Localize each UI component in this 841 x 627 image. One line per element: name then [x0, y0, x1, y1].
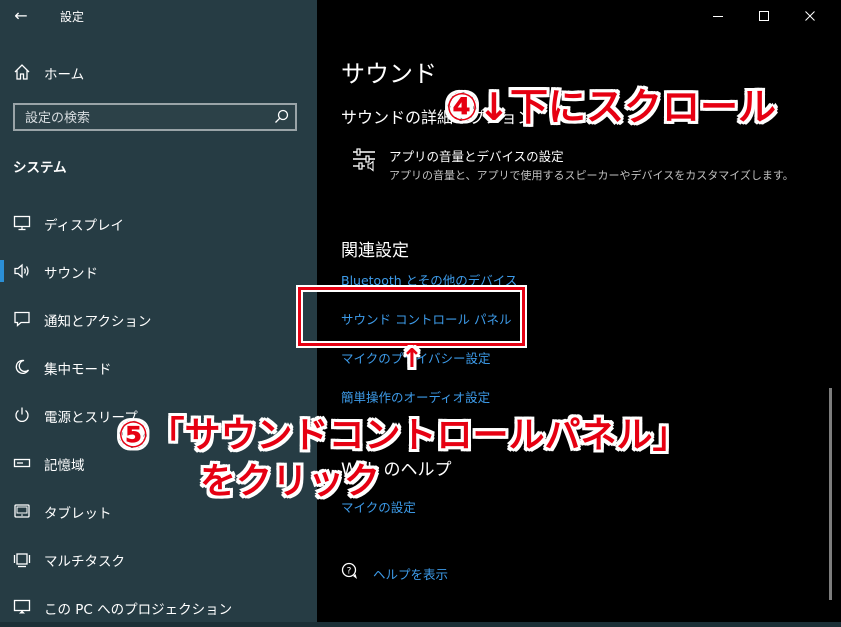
sidebar-item-projection[interactable]: この PC へのプロジェクション — [0, 590, 317, 624]
sidebar-item-label: 通知とアクション — [44, 314, 152, 330]
app-title: 設定 — [60, 10, 85, 24]
svg-text:?: ? — [347, 567, 352, 577]
search-icon[interactable] — [273, 108, 291, 126]
annotation-click-instruction: ⑤「サウンドコントロールパネル」 — [118, 415, 689, 456]
window-bottom-edge — [0, 622, 841, 627]
sidebar-item-focus[interactable]: 集中モード — [0, 350, 317, 384]
annotation-click-instruction-2: をクリック — [200, 461, 381, 502]
show-help-link[interactable]: ヘルプを表示 — [373, 564, 448, 583]
page-title: サウンド — [341, 60, 437, 88]
speaker-icon — [12, 261, 32, 281]
mixer-sliders-icon — [351, 146, 379, 174]
projection-icon — [12, 597, 32, 617]
sidebar-item-label: サウンド — [44, 266, 98, 282]
power-icon — [12, 405, 32, 425]
sidebar-item-multitask[interactable]: マルチタスク — [0, 542, 317, 576]
search-input[interactable] — [23, 108, 277, 128]
maximize-button[interactable] — [741, 0, 787, 32]
minimize-icon — [713, 16, 723, 17]
sidebar-item-sound[interactable]: サウンド — [0, 254, 317, 288]
sidebar: ← 設定 ホーム システム ディスプレイ サウンド 通知とアクション — [0, 0, 317, 627]
sidebar-item-label: 記憶域 — [44, 458, 85, 474]
close-button[interactable] — [787, 0, 833, 32]
minimize-button[interactable] — [695, 0, 741, 32]
app-volume-description: アプリの音量と、アプリで使用するスピーカーやデバイスをカスタマイズします。 — [389, 169, 794, 182]
sidebar-item-label: ディスプレイ — [44, 218, 125, 234]
annotation-up-arrow: ↑ — [401, 344, 423, 374]
section-title-system: システム — [13, 160, 67, 176]
storage-icon — [12, 453, 32, 473]
notification-icon — [12, 309, 32, 329]
display-icon — [12, 213, 32, 233]
search-box[interactable] — [13, 103, 297, 131]
sidebar-item-label: この PC へのプロジェクション — [44, 602, 233, 618]
multitask-icon — [12, 549, 32, 569]
scrollbar-thumb[interactable] — [829, 388, 832, 600]
home-icon — [12, 62, 32, 82]
help-chat-icon: ? — [341, 562, 361, 582]
back-arrow-icon: ← — [14, 6, 28, 25]
sidebar-item-label: タブレット — [44, 506, 112, 522]
moon-icon — [12, 357, 32, 377]
sidebar-item-label: 集中モード — [44, 362, 112, 378]
ease-of-access-audio-link[interactable]: 簡単操作のオーディオ設定 — [341, 387, 490, 406]
annotation-scroll-down: ④↓下にスクロール — [446, 85, 777, 129]
titlebar: ← 設定 — [0, 0, 317, 32]
maximize-icon — [759, 11, 769, 21]
app-volume-title: アプリの音量とデバイスの設定 — [389, 149, 564, 164]
sidebar-item-notifications[interactable]: 通知とアクション — [0, 302, 317, 336]
annotation-highlight-box — [298, 287, 525, 346]
related-settings-title: 関連設定 — [341, 241, 409, 261]
tablet-icon — [12, 501, 32, 521]
nav-home-label: ホーム — [44, 67, 85, 83]
nav-home[interactable]: ホーム — [0, 56, 317, 88]
back-button[interactable]: ← — [8, 3, 34, 29]
sidebar-item-label: マルチタスク — [44, 554, 125, 570]
close-icon — [805, 11, 815, 21]
sidebar-item-display[interactable]: ディスプレイ — [0, 206, 317, 240]
app-volume-settings-item[interactable]: アプリの音量とデバイスの設定 アプリの音量と、アプリで使用するスピーカーやデバイ… — [341, 140, 811, 188]
